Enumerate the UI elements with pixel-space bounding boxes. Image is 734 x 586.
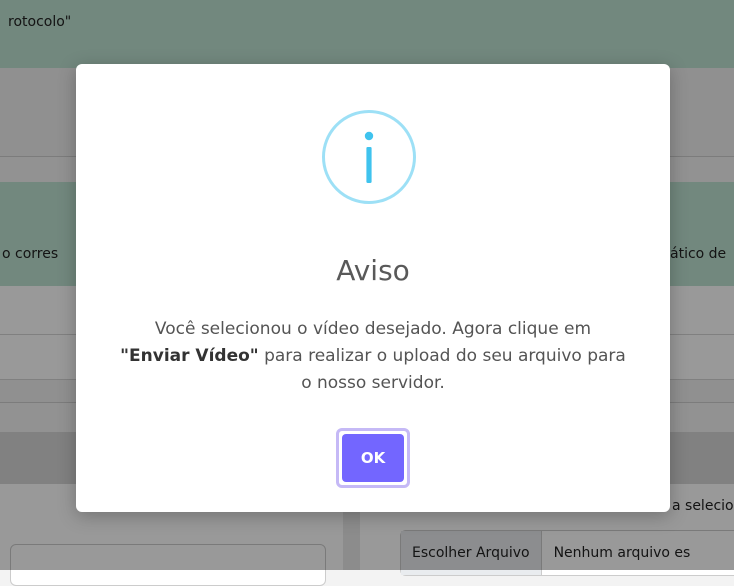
message-text-continued: para realizar o upload do seu arquivo pa… xyxy=(264,346,626,393)
info-icon xyxy=(322,110,416,204)
ok-button-focus-ring: OK xyxy=(336,428,410,488)
dialog-message: Você selecionou o vídeo desejado. Agora … xyxy=(116,316,630,397)
message-bold-text: "Enviar Vídeo" xyxy=(120,346,259,366)
alert-dialog: Aviso Você selecionou o vídeo desejado. … xyxy=(76,64,670,512)
dialog-title: Aviso xyxy=(336,254,410,287)
ok-button[interactable]: OK xyxy=(342,434,404,482)
message-text: Você selecionou o vídeo desejado. Agora … xyxy=(154,319,592,339)
